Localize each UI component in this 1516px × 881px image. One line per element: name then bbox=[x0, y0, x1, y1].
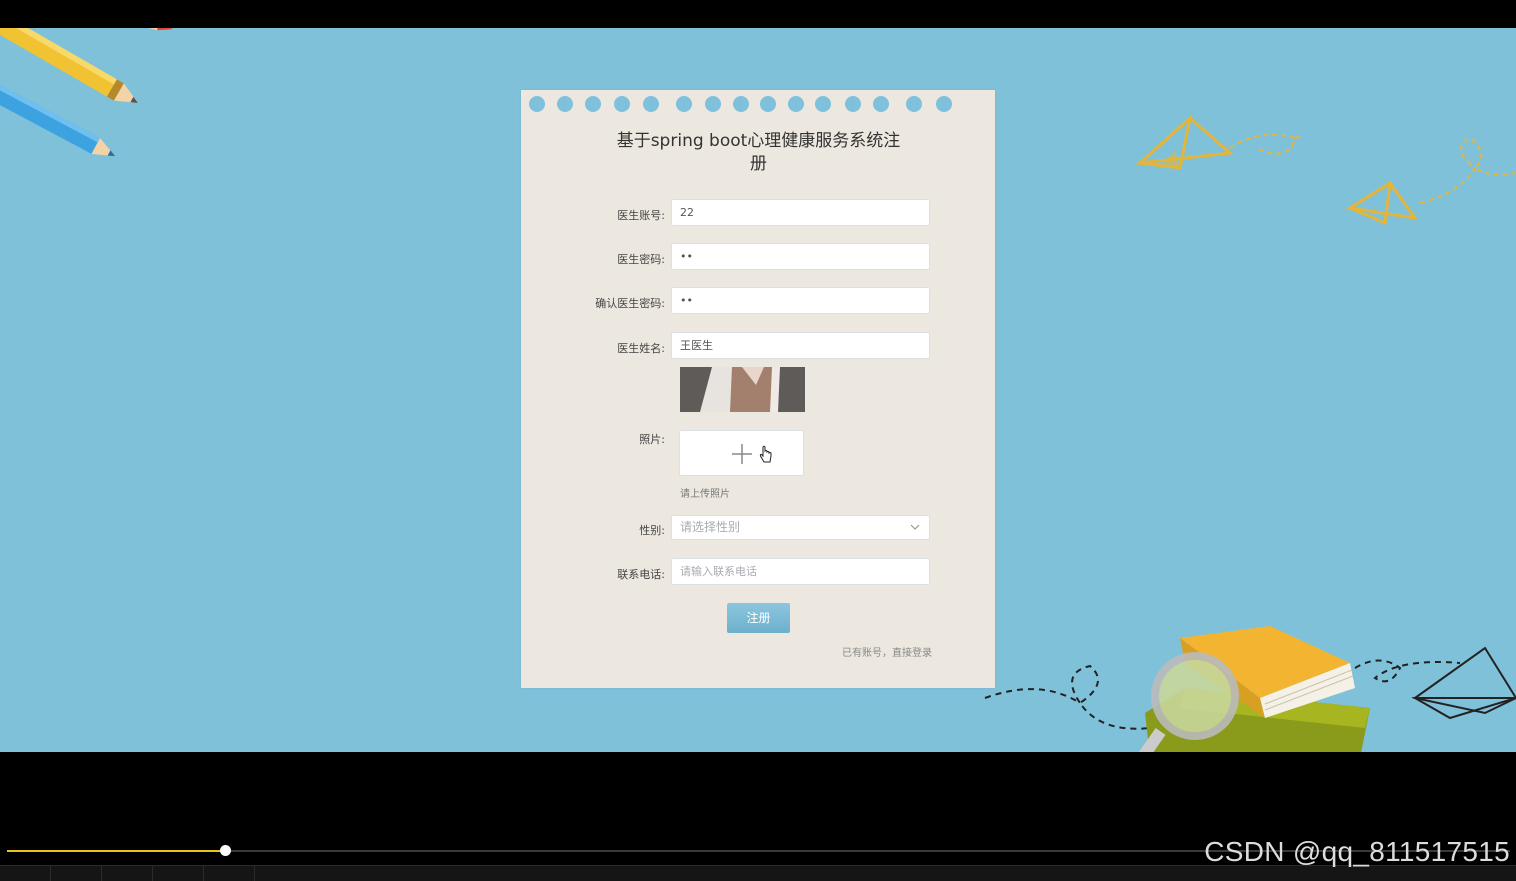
gender-label: 性别: bbox=[639, 524, 665, 537]
notebook-holes bbox=[529, 96, 952, 112]
plus-icon bbox=[732, 444, 752, 464]
gender-select-placeholder: 请选择性别 bbox=[680, 520, 741, 534]
phone-input[interactable]: 请输入联系电话 bbox=[671, 558, 930, 585]
account-input[interactable]: 22 bbox=[671, 199, 930, 226]
gender-select[interactable]: 请选择性别 bbox=[671, 515, 930, 540]
progress-knob[interactable] bbox=[220, 845, 231, 856]
control-button[interactable] bbox=[204, 866, 255, 881]
page-background: 基于spring boot心理健康服务系统注册 医生账号: 22 医生密码: •… bbox=[0, 28, 1516, 752]
watermark: CSDN @qq_811517515 bbox=[1204, 836, 1510, 867]
books-illustration bbox=[984, 626, 1516, 752]
name-input[interactable]: 王医生 bbox=[671, 332, 930, 359]
paper-plane-illustration bbox=[1135, 113, 1516, 226]
register-button[interactable]: 注册 bbox=[727, 603, 790, 633]
control-button[interactable] bbox=[153, 866, 204, 881]
chevron-down-icon bbox=[910, 524, 920, 530]
login-link[interactable]: 已有账号，直接登录 bbox=[842, 644, 932, 659]
progress-fill bbox=[7, 850, 225, 852]
page-title: 基于spring boot心理健康服务系统注册 bbox=[616, 131, 901, 174]
account-label: 医生账号: bbox=[617, 209, 665, 222]
top-black-bar bbox=[0, 0, 1516, 28]
password-input[interactable]: •• bbox=[671, 243, 930, 270]
hand-cursor-icon bbox=[759, 445, 772, 463]
photo-label: 照片: bbox=[639, 433, 665, 446]
register-card: 基于spring boot心理健康服务系统注册 医生账号: 22 医生密码: •… bbox=[521, 90, 995, 688]
name-label: 医生姓名: bbox=[617, 342, 665, 355]
photo-upload-hint: 请上传照片 bbox=[680, 489, 730, 500]
photo-upload-button[interactable] bbox=[679, 430, 804, 476]
control-button[interactable] bbox=[0, 866, 51, 881]
pencil-illustration bbox=[0, 28, 173, 157]
confirm-password-input[interactable]: •• bbox=[671, 287, 930, 314]
control-button[interactable] bbox=[102, 866, 153, 881]
password-label: 医生密码: bbox=[617, 253, 665, 266]
phone-label: 联系电话: bbox=[617, 568, 665, 581]
control-button[interactable] bbox=[51, 866, 102, 881]
photo-thumbnail[interactable] bbox=[680, 367, 805, 412]
confirm-password-label: 确认医生密码: bbox=[595, 297, 665, 310]
